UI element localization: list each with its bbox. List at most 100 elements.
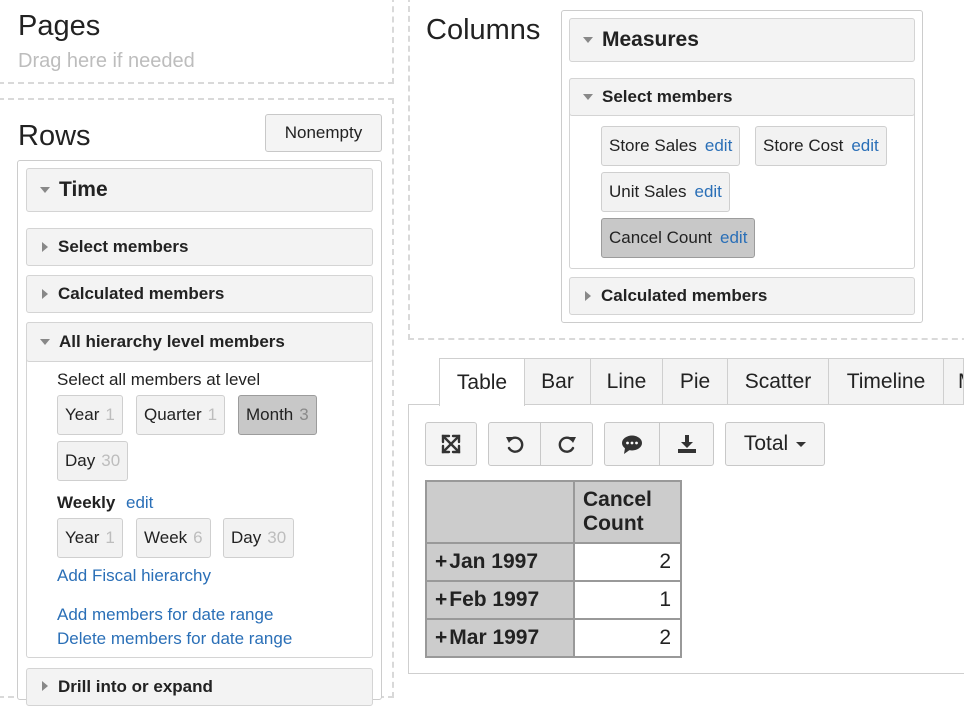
row-header[interactable]: +Feb 1997 [425,580,575,620]
drill-expand-label: Drill into or expand [58,677,213,696]
level-count: 6 [193,528,203,547]
weekly-chip-week[interactable]: Week 6 [136,518,211,558]
collapse-arrow-icon [40,187,50,193]
nonempty-label: Nonempty [284,123,363,142]
undo-button[interactable] [488,422,541,466]
member-chip-store-sales[interactable]: Store Sales edit [601,126,741,166]
redo-button[interactable] [540,422,593,466]
member-edit-link[interactable]: edit [694,182,721,202]
row-header[interactable]: +Jan 1997 [425,542,575,582]
undo-icon [505,436,523,453]
row-header[interactable]: +Mar 1997 [425,618,575,658]
member-label: Cancel Count [609,228,713,247]
level-count: 30 [101,451,121,470]
expand-plus-icon[interactable]: + [435,588,447,611]
measures-dimension-header[interactable]: Measures [569,18,915,62]
column-header-cancel-count[interactable]: Cancel Count [573,480,682,544]
collapse-arrow-icon [583,94,593,100]
time-dimension-label: Time [59,178,108,201]
member-chip-unit-sales[interactable]: Unit Sales edit [601,172,730,212]
level-label: Day [231,528,262,547]
time-dimension-header[interactable]: Time [26,168,373,212]
member-edit-link[interactable]: edit [720,228,747,248]
total-dropdown[interactable]: Total [725,422,825,466]
redo-icon [558,436,576,453]
member-label: Store Cost [763,136,844,155]
collapse-arrow-icon [40,339,50,345]
expand-plus-icon[interactable]: + [435,550,447,573]
tab-table[interactable]: Table [439,358,525,406]
expand-arrow-icon [585,291,591,301]
all-hierarchy-header[interactable]: All hierarchy level members [26,322,373,362]
tab-label: Bar [541,369,574,393]
fullscreen-button[interactable] [425,422,477,466]
tab-map[interactable]: M [943,358,964,404]
tab-label: Line [606,369,647,393]
export-button[interactable] [659,422,714,466]
corner-cell [425,480,575,544]
tab-pie[interactable]: Pie [662,358,728,404]
member-chip-store-cost[interactable]: Store Cost edit [755,126,887,166]
expand-arrow-icon [42,242,48,252]
level-count: 3 [299,405,309,424]
level-count: 1 [207,405,218,424]
add-fiscal-hierarchy-link[interactable]: Add Fiscal hierarchy [57,566,211,586]
tab-line[interactable]: Line [590,358,663,404]
tab-label: Pie [679,369,711,393]
level-label: Month [246,405,294,424]
level-label: Quarter [144,405,202,424]
total-label: Total [743,432,789,455]
level-count: 1 [105,528,115,547]
member-edit-link[interactable]: edit [705,136,732,156]
select-all-label: Select all members at level [57,370,261,389]
pages-drop-zone[interactable]: Pages Drag here if needed [0,0,394,84]
rows-calculated-members-label: Calculated members [58,284,225,303]
nonempty-button[interactable]: Nonempty [265,114,382,152]
tab-bar[interactable]: Bar [524,358,591,404]
column-header-line: Cancel [583,488,652,511]
level-chip-day[interactable]: Day 30 [57,441,129,481]
weekly-chip-day[interactable]: Day 30 [223,518,295,558]
level-chip-year[interactable]: Year 1 [57,395,123,435]
result-table: Cancel Count +Jan 1997 2 +Feb 1997 1 +Ma… [425,480,682,658]
expand-arrow-icon [42,681,48,691]
drill-expand-header[interactable]: Drill into or expand [26,668,373,706]
add-date-range-link[interactable]: Add members for date range [57,605,273,625]
columns-select-members-header[interactable]: Select members [569,78,915,116]
tab-timeline[interactable]: Timeline [828,358,944,404]
caret-down-icon [796,441,807,447]
pages-title: Pages [18,10,101,42]
all-hierarchy-label: All hierarchy level members [59,332,285,351]
table-row: +Mar 1997 2 [425,618,682,658]
row-header-label: Mar 1997 [449,626,540,649]
level-label: Year [65,405,100,424]
column-header-line: Count [583,512,644,535]
table-row: +Feb 1997 1 [425,580,682,620]
delete-date-range-link[interactable]: Delete members for date range [57,629,292,649]
rows-select-members-label: Select members [58,237,189,256]
expand-plus-icon[interactable]: + [435,626,447,649]
level-chip-quarter[interactable]: Quarter 1 [136,395,226,435]
columns-calculated-members[interactable]: Calculated members [569,277,915,315]
level-label: Day [65,451,96,470]
level-chip-month[interactable]: Month 3 [238,395,317,435]
columns-calculated-members-label: Calculated members [601,286,768,305]
pages-hint: Drag here if needed [18,50,195,72]
member-chip-cancel-count[interactable]: Cancel Count edit [601,218,756,258]
tab-scatter[interactable]: Scatter [727,358,829,404]
comment-button[interactable] [604,422,660,466]
weekly-edit-link[interactable]: edit [126,493,153,513]
member-label: Store Sales [609,136,697,155]
tab-label: Scatter [744,369,812,393]
rows-calculated-members[interactable]: Calculated members [26,275,373,313]
columns-select-members-label: Select members [602,87,733,106]
columns-title: Columns [426,14,541,46]
row-header-label: Feb 1997 [449,588,540,611]
expand-arrow-icon [42,289,48,299]
rows-select-members[interactable]: Select members [26,228,373,266]
weekly-chip-year[interactable]: Year 1 [57,518,123,558]
member-edit-link[interactable]: edit [851,136,878,156]
rows-title: Rows [18,120,91,152]
member-label: Unit Sales [609,182,687,201]
measures-dimension-label: Measures [602,28,699,51]
